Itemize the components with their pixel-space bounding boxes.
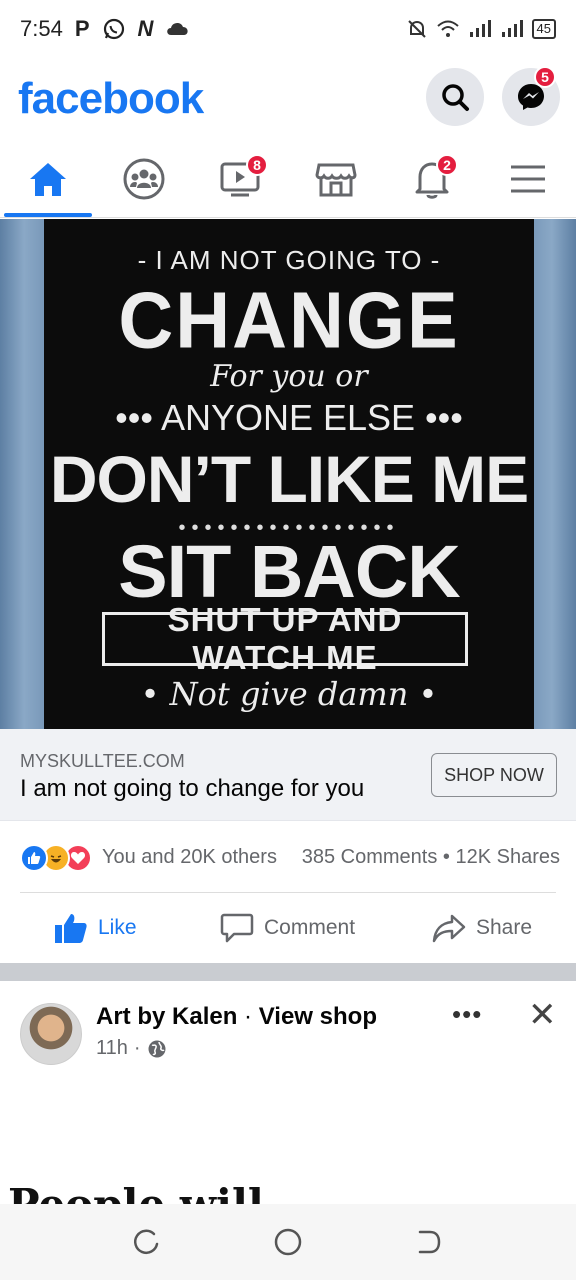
home-circle-icon[interactable] <box>272 1226 304 1258</box>
globe-icon <box>148 1040 166 1057</box>
post-author-line: Art by Kalen · View shop <box>96 1003 377 1031</box>
tab-home[interactable] <box>0 140 96 218</box>
tab-notifications[interactable]: 2 <box>384 140 480 218</box>
cloud-icon <box>167 22 189 35</box>
reaction-icons[interactable] <box>20 844 100 872</box>
parking-app-icon: P <box>74 16 90 41</box>
like-label: Like <box>98 916 137 939</box>
recents-icon[interactable] <box>130 1226 162 1258</box>
whatsapp-icon <box>103 18 124 40</box>
like-reaction-icon <box>20 844 48 872</box>
ad-cta-bar[interactable]: MYSKULLTEE.COM I am not going to change … <box>0 729 576 821</box>
ad-image[interactable]: - I AM NOT GOING TO - CHANGE For you or … <box>0 219 576 729</box>
post-actions: Like Comment Share <box>0 893 576 963</box>
post-header: Art by Kalen · View shop 11h · ••• ✕ <box>0 981 576 1081</box>
reactions-summary: You and 20K others 385 Comments • 12K Sh… <box>0 822 576 892</box>
n-app-icon: N <box>137 16 154 41</box>
author-dot: · <box>244 1003 253 1030</box>
post-time[interactable]: 11h <box>96 1037 128 1060</box>
reactions-count[interactable]: You and 20K others <box>102 846 277 869</box>
status-bar: 7:54 P N 45 <box>0 0 576 58</box>
author-avatar[interactable] <box>20 1003 82 1065</box>
wifi-icon <box>436 20 459 37</box>
marketplace-icon <box>315 163 357 197</box>
messenger-button[interactable]: 5 <box>502 66 560 126</box>
ad-line-4: ••• ANYONE ELSE ••• <box>115 397 463 438</box>
home-icon <box>30 163 66 196</box>
tab-marketplace[interactable] <box>288 140 384 218</box>
search-icon <box>442 84 469 111</box>
active-tab-indicator <box>4 213 92 217</box>
author-name[interactable]: Art by Kalen <box>96 1003 237 1030</box>
status-time: 7:54 <box>20 16 63 41</box>
tab-menu[interactable] <box>480 140 576 218</box>
post-text-cut: People will … <box>8 1186 568 1206</box>
ad-line-3: For you or <box>210 359 368 394</box>
ad-domain: MYSKULLTEE.COM <box>20 751 185 771</box>
tab-watch[interactable]: 8 <box>192 140 288 218</box>
like-button[interactable]: Like <box>54 893 137 963</box>
ad-line-8: • Not give damn • <box>140 675 438 713</box>
share-arrow-icon <box>432 914 466 943</box>
mute-bell-icon <box>407 20 426 38</box>
back-icon[interactable] <box>412 1226 444 1258</box>
shop-now-button[interactable]: SHOP NOW <box>431 753 557 797</box>
ad-line-1: - I AM NOT GOING TO - <box>137 245 441 275</box>
tshirt-graphic: - I AM NOT GOING TO - CHANGE For you or … <box>44 219 534 729</box>
comment-button[interactable]: Comment <box>220 893 355 963</box>
shares-count[interactable]: 12K Shares <box>455 846 560 868</box>
view-shop-link[interactable]: View shop <box>259 1003 377 1030</box>
system-nav-bar <box>0 1204 576 1280</box>
facebook-logo: facebook <box>18 74 204 123</box>
comments-count[interactable]: 385 Comments <box>302 846 438 868</box>
ad-line-5: DON’T LIKE ME <box>49 442 529 516</box>
close-post-button[interactable]: ✕ <box>528 995 557 1035</box>
search-button[interactable] <box>426 68 484 126</box>
thumbs-up-icon <box>55 914 87 943</box>
app-header: facebook 5 <box>0 58 576 140</box>
tab-bar: 8 2 <box>0 140 576 218</box>
meta-dot: · <box>133 1037 141 1059</box>
signal-icon-2 <box>501 20 523 37</box>
ad-title: I am not going to change for you <box>20 775 365 802</box>
post-meta: 11h · <box>96 1037 167 1060</box>
more-options-button[interactable]: ••• <box>452 999 482 1030</box>
signal-icon <box>469 20 491 37</box>
groups-icon <box>123 158 165 200</box>
ad-line-7: SHUT UP AND WATCH ME <box>102 601 468 676</box>
share-button[interactable]: Share <box>432 893 532 963</box>
hamburger-menu-icon <box>511 165 545 193</box>
comment-label: Comment <box>264 916 356 939</box>
ad-line-2: CHANGE <box>118 275 460 366</box>
battery-indicator: 45 <box>531 19 556 39</box>
feed-separator <box>0 963 576 981</box>
comment-icon <box>220 913 254 943</box>
tab-groups[interactable] <box>96 140 192 218</box>
stats-separator: • <box>442 846 450 868</box>
post-text: People will … <box>8 1186 568 1206</box>
notifications-badge: 2 <box>436 154 458 176</box>
messenger-badge: 5 <box>534 66 556 88</box>
watch-badge: 8 <box>246 154 268 176</box>
share-label: Share <box>476 916 533 939</box>
